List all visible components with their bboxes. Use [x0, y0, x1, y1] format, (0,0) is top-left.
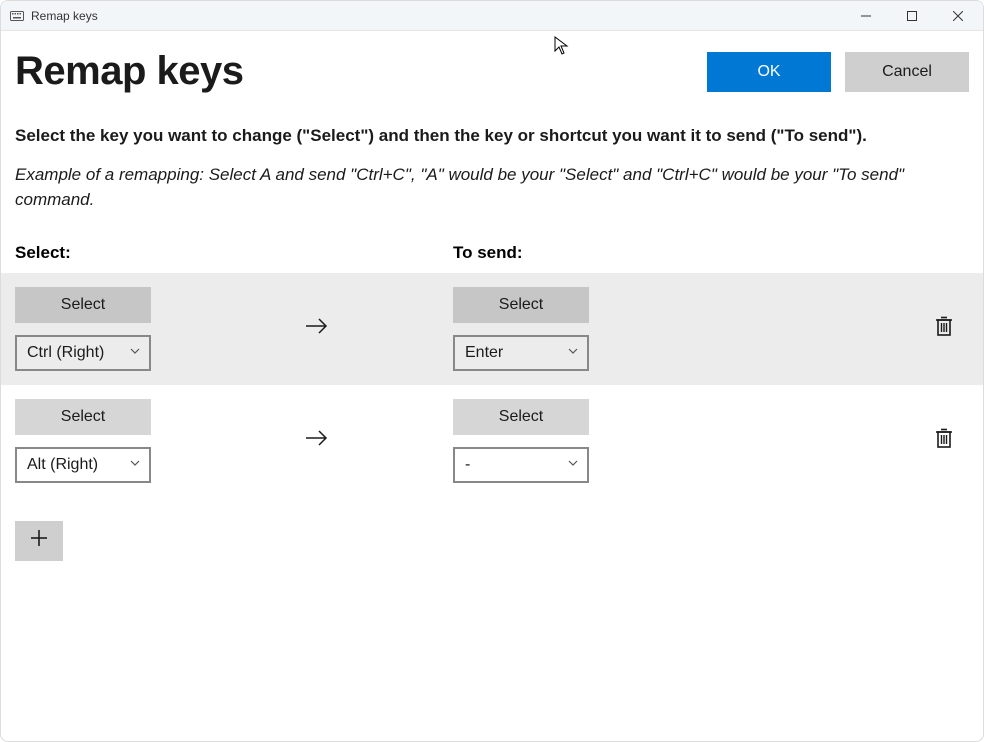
chevron-down-icon	[129, 344, 141, 362]
to-key-dropdown[interactable]: -	[453, 447, 589, 483]
column-header-tosend: To send:	[453, 243, 969, 263]
arrow-right-icon	[303, 314, 331, 343]
window-minimize-button[interactable]	[843, 1, 889, 31]
delete-row-button[interactable]	[933, 426, 955, 455]
window-close-button[interactable]	[935, 1, 981, 31]
plus-icon	[29, 528, 49, 553]
from-key-value: Alt (Right)	[27, 456, 129, 474]
window-title: Remap keys	[31, 9, 98, 23]
column-headers: Select: To send:	[1, 213, 983, 273]
to-key-value: Enter	[465, 344, 567, 362]
instructions-main: Select the key you want to change ("Sele…	[15, 124, 969, 148]
ok-button[interactable]: OK	[707, 52, 831, 92]
page-title: Remap keys	[15, 49, 707, 94]
page-header: Remap keys OK Cancel	[1, 31, 983, 94]
from-key-value: Ctrl (Right)	[27, 344, 129, 362]
to-key-dropdown[interactable]: Enter	[453, 335, 589, 371]
cancel-button[interactable]: Cancel	[845, 52, 969, 92]
add-remap-button[interactable]	[15, 521, 63, 561]
from-key-dropdown[interactable]: Alt (Right)	[15, 447, 151, 483]
remap-row: Select Alt (Right) Select -	[1, 385, 983, 497]
to-select-button[interactable]: Select	[453, 287, 589, 323]
window-maximize-button[interactable]	[889, 1, 935, 31]
delete-row-button[interactable]	[933, 314, 955, 343]
from-select-button[interactable]: Select	[15, 399, 151, 435]
from-select-button[interactable]: Select	[15, 287, 151, 323]
to-key-value: -	[465, 456, 567, 474]
instructions-example: Example of a remapping: Select A and sen…	[15, 162, 945, 213]
from-key-dropdown[interactable]: Ctrl (Right)	[15, 335, 151, 371]
keyboard-icon	[9, 8, 25, 24]
chevron-down-icon	[129, 456, 141, 474]
remap-row: Select Ctrl (Right) Select Enter	[1, 273, 983, 385]
chevron-down-icon	[567, 456, 579, 474]
arrow-right-icon	[303, 426, 331, 455]
window-titlebar: Remap keys	[1, 1, 983, 31]
to-select-button[interactable]: Select	[453, 399, 589, 435]
instructions: Select the key you want to change ("Sele…	[1, 94, 983, 213]
chevron-down-icon	[567, 344, 579, 362]
column-header-select: Select:	[15, 243, 453, 263]
